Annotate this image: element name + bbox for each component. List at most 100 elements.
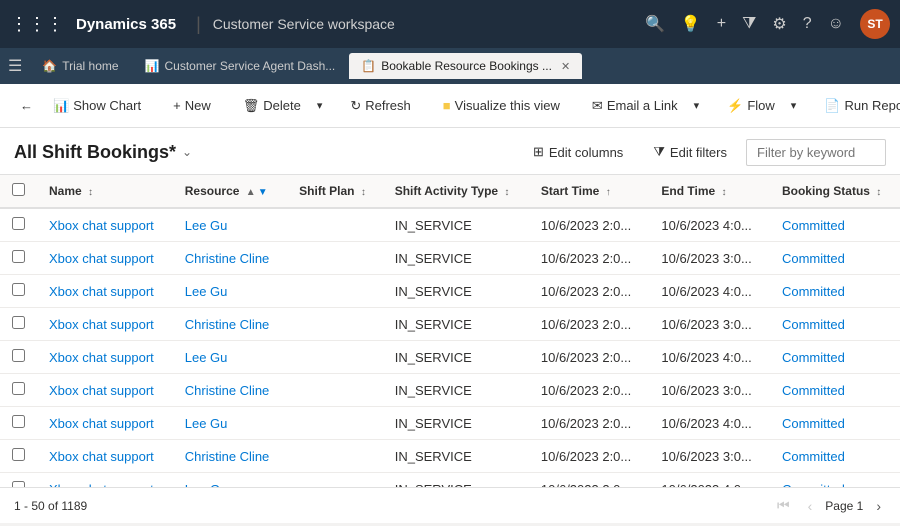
col-header-end-time[interactable]: End Time ↕ <box>649 175 770 208</box>
first-page-button[interactable]: ⏮ <box>772 495 795 516</box>
name-link[interactable]: Xbox chat support <box>49 350 154 365</box>
row-resource[interactable]: Christine Cline <box>173 440 287 473</box>
row-name[interactable]: Xbox chat support <box>37 374 173 407</box>
hamburger-menu[interactable]: ☰ <box>8 56 22 76</box>
resource-link[interactable]: Christine Cline <box>185 449 270 464</box>
refresh-button[interactable]: ↻ Refresh <box>342 93 418 119</box>
next-page-button[interactable]: › <box>871 496 886 516</box>
back-button[interactable]: ← <box>12 93 41 118</box>
row-checkbox[interactable] <box>12 283 25 296</box>
row-checkbox[interactable] <box>12 448 25 461</box>
resource-link[interactable]: Lee Gu <box>185 416 228 431</box>
resource-link[interactable]: Christine Cline <box>185 383 270 398</box>
resource-link[interactable]: Lee Gu <box>185 482 228 488</box>
row-name[interactable]: Xbox chat support <box>37 440 173 473</box>
name-link[interactable]: Xbox chat support <box>49 284 154 299</box>
resource-link[interactable]: Christine Cline <box>185 317 270 332</box>
row-checkbox[interactable] <box>12 349 25 362</box>
help-icon[interactable]: ? <box>803 15 812 33</box>
settings-icon[interactable]: ⚙ <box>772 14 786 34</box>
row-checkbox-cell[interactable] <box>0 242 37 275</box>
resource-link[interactable]: Lee Gu <box>185 350 228 365</box>
tab-close-button[interactable]: ✕ <box>561 60 570 73</box>
resource-filter-icon[interactable]: ▼ <box>258 187 268 198</box>
tab-trial-home[interactable]: 🏠 Trial home <box>30 53 130 79</box>
app-grid-icon[interactable]: ⋮⋮⋮ <box>10 14 64 35</box>
lightbulb-icon[interactable]: 💡 <box>681 14 701 34</box>
flow-dropdown-arrow[interactable]: ▾ <box>787 94 801 117</box>
edit-filters-button[interactable]: ⧩ Edit filters <box>642 138 738 166</box>
email-dropdown-arrow[interactable]: ▾ <box>690 94 704 117</box>
row-checkbox[interactable] <box>12 217 25 230</box>
row-name[interactable]: Xbox chat support <box>37 275 173 308</box>
name-link[interactable]: Xbox chat support <box>49 449 154 464</box>
avatar[interactable]: ST <box>860 9 890 39</box>
row-resource[interactable]: Christine Cline <box>173 242 287 275</box>
resource-link[interactable]: Lee Gu <box>185 284 228 299</box>
row-booking-status: Committed <box>770 308 900 341</box>
row-name[interactable]: Xbox chat support <box>37 308 173 341</box>
prev-page-button[interactable]: ‹ <box>803 496 818 516</box>
row-checkbox[interactable] <box>12 316 25 329</box>
row-resource[interactable]: Lee Gu <box>173 407 287 440</box>
delete-button[interactable]: 🗑 Delete <box>235 93 309 119</box>
row-resource[interactable]: Lee Gu <box>173 208 287 242</box>
row-resource[interactable]: Lee Gu <box>173 473 287 488</box>
row-resource[interactable]: Lee Gu <box>173 275 287 308</box>
col-header-name[interactable]: Name ↕ <box>37 175 173 208</box>
search-icon[interactable]: 🔍 <box>645 14 665 34</box>
funnel-icon[interactable]: ⧩ <box>742 15 756 33</box>
row-name[interactable]: Xbox chat support <box>37 341 173 374</box>
row-checkbox-cell[interactable] <box>0 473 37 488</box>
row-checkbox-cell[interactable] <box>0 407 37 440</box>
row-checkbox[interactable] <box>12 415 25 428</box>
name-link[interactable]: Xbox chat support <box>49 383 154 398</box>
name-link[interactable]: Xbox chat support <box>49 251 154 266</box>
visualize-button[interactable]: ■ Visualize this view <box>435 93 568 118</box>
name-link[interactable]: Xbox chat support <box>49 317 154 332</box>
delete-dropdown-arrow[interactable]: ▾ <box>313 94 327 117</box>
add-icon[interactable]: + <box>717 15 726 33</box>
row-name[interactable]: Xbox chat support <box>37 242 173 275</box>
tab-bookable-resource[interactable]: 📋 Bookable Resource Bookings ... ✕ <box>349 53 582 79</box>
title-chevron-icon[interactable]: ⌄ <box>182 145 192 159</box>
resource-link[interactable]: Christine Cline <box>185 251 270 266</box>
row-shiftplan <box>287 242 383 275</box>
row-name[interactable]: Xbox chat support <box>37 407 173 440</box>
tab-cs-agent-dash[interactable]: 📊 Customer Service Agent Dash... <box>133 53 348 79</box>
row-checkbox[interactable] <box>12 481 25 487</box>
show-chart-button[interactable]: 📊 Show Chart <box>45 93 149 119</box>
row-checkbox-cell[interactable] <box>0 341 37 374</box>
name-link[interactable]: Xbox chat support <box>49 416 154 431</box>
run-report-button[interactable]: 📄 Run Report <box>816 93 900 119</box>
select-all-header[interactable] <box>0 175 37 208</box>
col-header-resource[interactable]: Resource ▲▼ <box>173 175 287 208</box>
row-checkbox-cell[interactable] <box>0 275 37 308</box>
email-link-button[interactable]: ✉ Email a Link <box>584 93 686 119</box>
name-link[interactable]: Xbox chat support <box>49 218 154 233</box>
row-name[interactable]: Xbox chat support <box>37 473 173 488</box>
row-resource[interactable]: Lee Gu <box>173 341 287 374</box>
name-link[interactable]: Xbox chat support <box>49 482 154 488</box>
col-header-start-time[interactable]: Start Time ↑ <box>529 175 650 208</box>
table-row: Xbox chat support Christine Cline IN_SER… <box>0 308 900 341</box>
col-header-booking-status[interactable]: Booking Status ↕ <box>770 175 900 208</box>
filter-keyword-input[interactable] <box>746 139 886 166</box>
row-checkbox-cell[interactable] <box>0 440 37 473</box>
row-checkbox-cell[interactable] <box>0 374 37 407</box>
row-name[interactable]: Xbox chat support <box>37 208 173 242</box>
new-button[interactable]: + New <box>165 93 219 118</box>
edit-columns-button[interactable]: ⊞ Edit columns <box>522 138 634 166</box>
row-checkbox-cell[interactable] <box>0 308 37 341</box>
row-checkbox-cell[interactable] <box>0 208 37 242</box>
row-checkbox[interactable] <box>12 382 25 395</box>
smiley-icon[interactable]: ☺ <box>828 15 844 33</box>
col-header-shiftplan[interactable]: Shift Plan ↕ <box>287 175 383 208</box>
resource-link[interactable]: Lee Gu <box>185 218 228 233</box>
row-resource[interactable]: Christine Cline <box>173 308 287 341</box>
col-header-activity-type[interactable]: Shift Activity Type ↕ <box>383 175 529 208</box>
flow-button[interactable]: ⚡ Flow <box>719 93 783 119</box>
row-checkbox[interactable] <box>12 250 25 263</box>
select-all-checkbox[interactable] <box>12 183 25 196</box>
row-resource[interactable]: Christine Cline <box>173 374 287 407</box>
